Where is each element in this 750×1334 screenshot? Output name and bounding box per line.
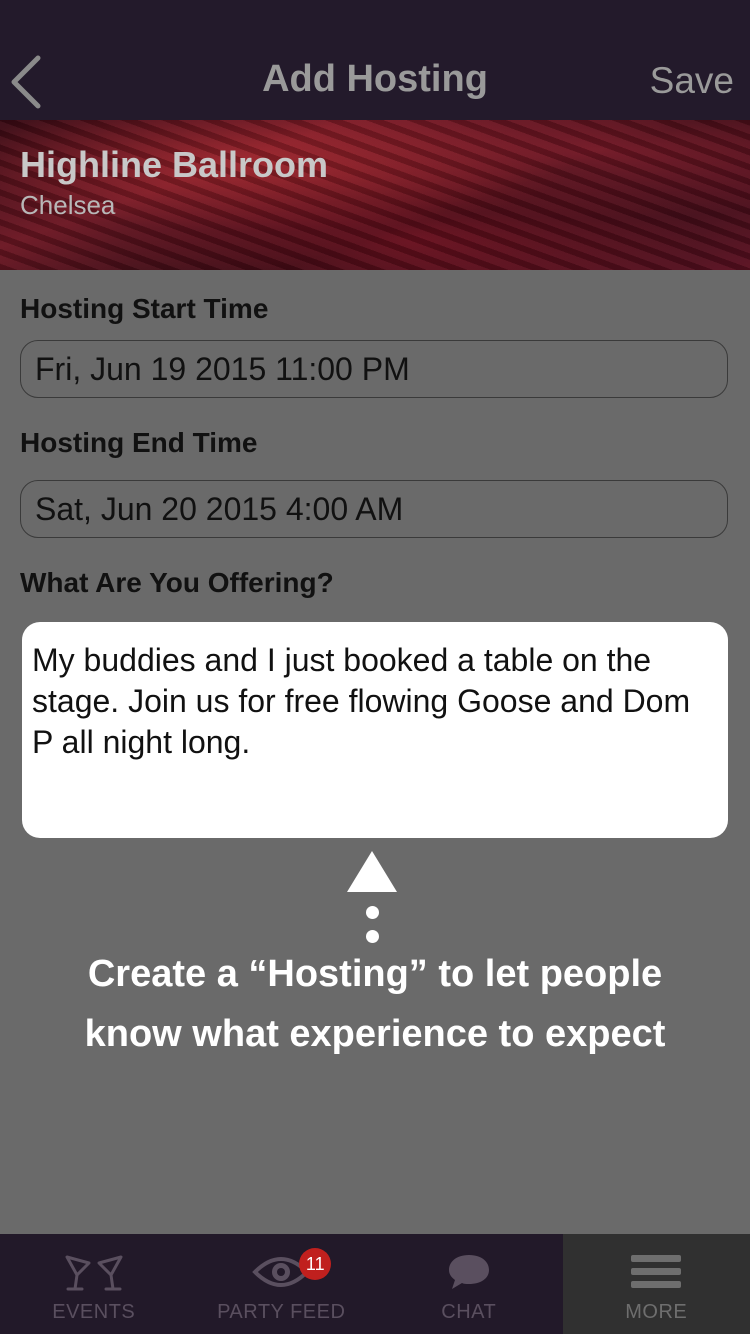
nav-bar: Add Hosting Save (0, 0, 750, 120)
tab-label: EVENTS (52, 1301, 136, 1323)
callout-line-1: Create a “Hosting” to let people (87, 953, 663, 995)
end-time-label: Hosting End Time (20, 427, 258, 458)
offering-textarea[interactable]: My buddies and I just booked a table on … (22, 622, 728, 838)
tab-label: CHAT (441, 1301, 497, 1323)
tab-label: PARTY FEED (217, 1301, 346, 1323)
dot-icon (366, 930, 379, 943)
venue-area: Chelsea (20, 190, 116, 220)
up-arrow-icon (347, 851, 397, 892)
save-button[interactable]: Save (650, 60, 734, 102)
callout-line-2: know what experience to expect (84, 1013, 666, 1055)
dot-icon (366, 906, 379, 919)
page-title: Add Hosting (262, 58, 488, 100)
tab-events[interactable]: EVENTS (0, 1234, 188, 1334)
end-time-field[interactable]: Sat, Jun 20 2015 4:00 AM (20, 480, 728, 538)
cocktail-glasses-icon (65, 1255, 123, 1291)
menu-icon (631, 1255, 682, 1288)
tab-party-feed[interactable]: 11 PARTY FEED (188, 1234, 376, 1334)
chat-bubble-icon (448, 1255, 489, 1289)
start-time-field[interactable]: Fri, Jun 19 2015 11:00 PM (20, 340, 728, 398)
tab-bar: EVENTS 11 PARTY FEED CHAT MORE (0, 1234, 750, 1334)
venue-name: Highline Ballroom (20, 144, 329, 185)
offering-label: What Are You Offering? (20, 567, 334, 598)
tab-more[interactable]: MORE (562, 1234, 750, 1334)
tutorial-callout: Create a “Hosting” to let people know wh… (0, 944, 750, 1064)
tab-label: MORE (625, 1301, 688, 1323)
notification-badge: 11 (299, 1248, 332, 1280)
tab-chat[interactable]: CHAT (375, 1234, 563, 1334)
start-time-label: Hosting Start Time (20, 293, 269, 324)
